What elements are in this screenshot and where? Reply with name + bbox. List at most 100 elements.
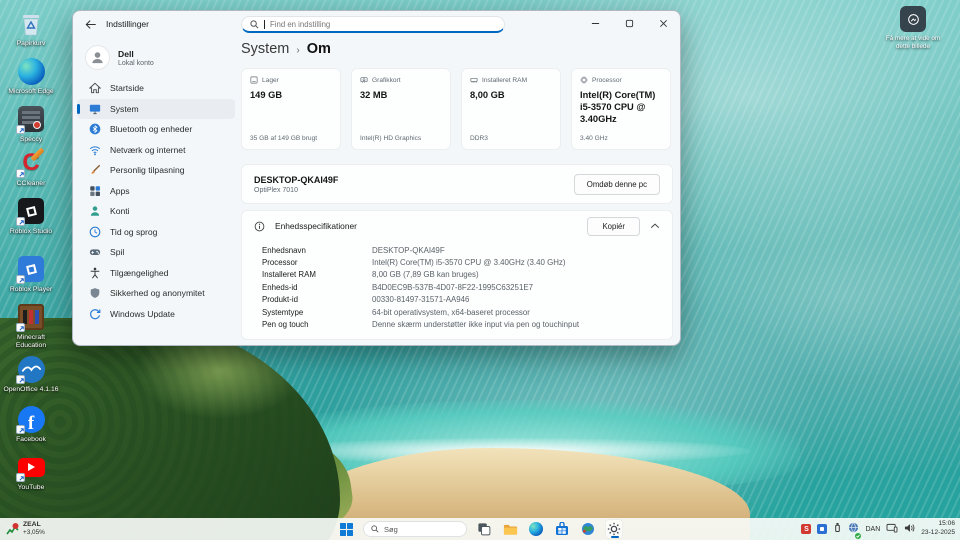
network-status-tray-icon[interactable] [848, 520, 859, 538]
sidebar-item-konti[interactable]: Konti [77, 201, 235, 221]
section-title: Enhedsspecifikationer [275, 221, 577, 231]
settings-button[interactable] [605, 519, 623, 539]
globe-app-button[interactable] [579, 519, 597, 539]
sidebar-item-apps[interactable]: Apps [77, 181, 235, 201]
time: 15:06 [921, 520, 955, 529]
shortcut-arrow-icon [16, 323, 25, 332]
language-indicator[interactable]: DAN [865, 526, 880, 533]
search-icon [371, 525, 379, 533]
edge-button[interactable] [527, 519, 545, 539]
user-subtitle: Lokal konto [118, 60, 154, 67]
widgets-button[interactable]: ZEAL +3,05% [6, 518, 45, 540]
user-name: Dell [118, 49, 154, 59]
windows-logo-icon [340, 523, 353, 536]
device-name-card: DESKTOP-QKAI49F OptiPlex 7010 Omdøb denn… [241, 164, 673, 204]
start-button[interactable] [337, 519, 355, 539]
shield-icon [88, 287, 101, 300]
close-button[interactable] [646, 11, 680, 36]
usb-tray-icon[interactable] [833, 520, 842, 538]
file-explorer-button[interactable] [501, 519, 519, 539]
tray-app-red-icon[interactable]: S [801, 524, 811, 534]
storage-icon [250, 76, 258, 84]
device-specifications-header[interactable]: Enhedsspecifikationer Kopiér [242, 211, 672, 241]
camera-icon[interactable] [900, 6, 926, 32]
minimize-button[interactable] [578, 11, 612, 36]
brush-icon [88, 164, 101, 177]
spec-row: Produkt-id00330-81497-31571-AA946 [262, 294, 672, 306]
sidebar: Dell Lokal konto Startside System Blueto… [77, 39, 235, 345]
globe-icon [581, 522, 595, 536]
spec-row: EnhedsnavnDESKTOP-QKAI49F [262, 244, 672, 256]
desktop-icon-minecraft-education[interactable]: Minecraft Education [2, 302, 60, 350]
info-icon [254, 221, 265, 232]
ram-icon [470, 76, 478, 84]
recycle-bin-icon [19, 10, 43, 37]
sidebar-item-label: Tilgængelighed [110, 268, 168, 278]
sidebar-item-label: Spil [110, 247, 124, 257]
clock-icon [88, 225, 101, 238]
active-app-indicator [611, 536, 619, 538]
desktop-icon-facebook[interactable]: f Facebook [2, 404, 60, 444]
microsoft-store-button[interactable] [553, 519, 571, 539]
card-cpu: Processor Intel(R) Core(TM) i5-3570 CPU … [571, 68, 671, 150]
task-view-button[interactable] [475, 519, 493, 539]
card-ram: Installeret RAM 8,00 GB DDR3 [461, 68, 561, 150]
sidebar-item-label: Startside [110, 83, 144, 93]
desktop-icon-roblox-player[interactable]: Roblox Player [2, 254, 60, 294]
window-title: Indstillinger [106, 19, 149, 29]
gamepad-icon [88, 246, 101, 259]
shortcut-arrow-icon [16, 425, 25, 434]
device-model: OptiPlex 7010 [254, 187, 338, 194]
sidebar-item-label: Konti [110, 206, 130, 216]
sidebar-item-tid-og-sprog[interactable]: Tid og sprog [77, 222, 235, 242]
maximize-button[interactable] [612, 11, 646, 36]
touch-keyboard-icon[interactable] [886, 520, 898, 538]
sidebar-item-tilgaengelighed[interactable]: Tilgængelighed [77, 263, 235, 283]
gpu-icon [360, 76, 368, 84]
back-button[interactable] [83, 17, 99, 31]
desktop-icon-recycle-bin[interactable]: Papirkurv [2, 8, 60, 48]
clock[interactable]: 15:06 23-12-2025 [921, 520, 955, 537]
sidebar-item-spil[interactable]: Spil [77, 242, 235, 262]
shortcut-arrow-icon [16, 275, 25, 284]
settings-search-input[interactable]: Find en indstilling [241, 16, 505, 33]
edge-icon [529, 522, 543, 536]
desktop-icon-roblox-studio[interactable]: Roblox Studio [2, 196, 60, 236]
desktop-icon-speccy[interactable]: Speccy [2, 104, 60, 144]
info-cards: Lager 149 GB 35 GB af 149 GB brugt Grafi… [241, 68, 673, 150]
rename-pc-button[interactable]: Omdøb denne pc [574, 174, 660, 195]
spec-table: EnhedsnavnDESKTOP-QKAI49F ProcessorIntel… [242, 241, 672, 333]
shortcut-arrow-icon [16, 473, 25, 482]
sidebar-item-sikkerhed-og-anonymitet[interactable]: Sikkerhed og anonymitet [77, 283, 235, 303]
desktop-icon-microsoft-edge[interactable]: Microsoft Edge [2, 56, 60, 96]
user-account[interactable]: Dell Lokal konto [77, 39, 235, 78]
card-storage: Lager 149 GB 35 GB af 149 GB brugt [241, 68, 341, 150]
sidebar-item-personlig-tilpasning[interactable]: Personlig tilpasning [77, 160, 235, 180]
sidebar-item-startside[interactable]: Startside [77, 78, 235, 98]
desktop-icon-openoffice[interactable]: OpenOffice 4.1.16 [2, 354, 60, 394]
device-specifications-card: Enhedsspecifikationer Kopiér EnhedsnavnD… [241, 210, 673, 340]
cpu-icon [580, 76, 588, 84]
sidebar-item-label: System [110, 104, 139, 114]
breadcrumb-system[interactable]: System [241, 41, 289, 57]
volume-icon[interactable] [904, 520, 915, 538]
desktop-icon-youtube[interactable]: YouTube [2, 452, 60, 492]
copy-button[interactable]: Kopiér [587, 217, 640, 236]
desktop-icon-ccleaner[interactable]: C CCleaner [2, 148, 60, 188]
sidebar-item-system[interactable]: System [77, 99, 235, 119]
sidebar-item-bluetooth-og-enheder[interactable]: Bluetooth og enheder [77, 119, 235, 139]
chevron-up-icon[interactable] [650, 222, 660, 230]
tray-security-icon[interactable] [817, 524, 827, 534]
widget-change: +3,05% [23, 529, 45, 536]
spec-row: Systemtype64-bit operativsystem, x64-bas… [262, 306, 672, 318]
spotlight-hint[interactable]: Få mere at vide om dette billede [878, 6, 948, 51]
sidebar-item-label: Bluetooth og enheder [110, 124, 192, 134]
shortcut-arrow-icon [16, 375, 25, 384]
spec-row: Installeret RAM8,00 GB (7,89 GB kan brug… [262, 269, 672, 281]
sidebar-item-windows-update[interactable]: Windows Update [77, 304, 235, 324]
taskbar-search[interactable]: Søg [363, 521, 467, 537]
widget-ticker: ZEAL [23, 521, 45, 529]
taskbar-search-label: Søg [384, 525, 398, 534]
edge-icon [18, 58, 45, 85]
sidebar-item-netvaerk-og-internet[interactable]: Netværk og internet [77, 140, 235, 160]
